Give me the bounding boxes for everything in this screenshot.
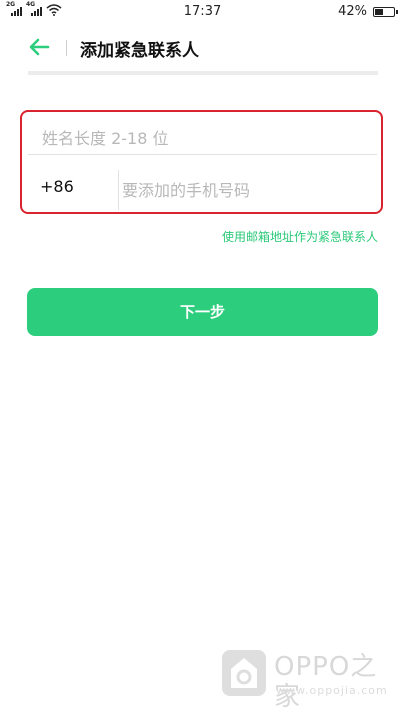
watermark-brand: OPPO之家 — [274, 652, 378, 712]
header-divider — [28, 71, 378, 75]
watermark-url: www.oppojia.com — [276, 684, 388, 697]
country-code[interactable]: +86 — [40, 178, 74, 196]
country-code-divider — [118, 170, 119, 210]
battery-percent: 42% — [338, 4, 367, 19]
next-step-button[interactable]: 下一步 — [27, 288, 378, 336]
header-separator — [66, 40, 67, 56]
watermark: OPPO之家 www.oppojia.com — [222, 648, 392, 712]
watermark-logo — [222, 650, 266, 696]
battery-fill — [375, 8, 384, 15]
status-right: 42% — [338, 4, 398, 19]
phone-input[interactable] — [120, 172, 364, 208]
field-divider — [28, 154, 377, 155]
app-header: 添加紧急联系人 — [0, 22, 405, 72]
watermark-house-icon — [231, 658, 257, 688]
battery-icon — [373, 6, 398, 17]
name-input[interactable] — [40, 120, 364, 156]
contact-form: +86 — [20, 110, 383, 214]
status-bar: 2G 4G 17:37 42% — [0, 0, 405, 22]
arrow-left-icon[interactable] — [26, 34, 52, 60]
page-title: 添加紧急联系人 — [80, 41, 199, 61]
use-email-link[interactable]: 使用邮箱地址作为紧急联系人 — [222, 228, 378, 245]
